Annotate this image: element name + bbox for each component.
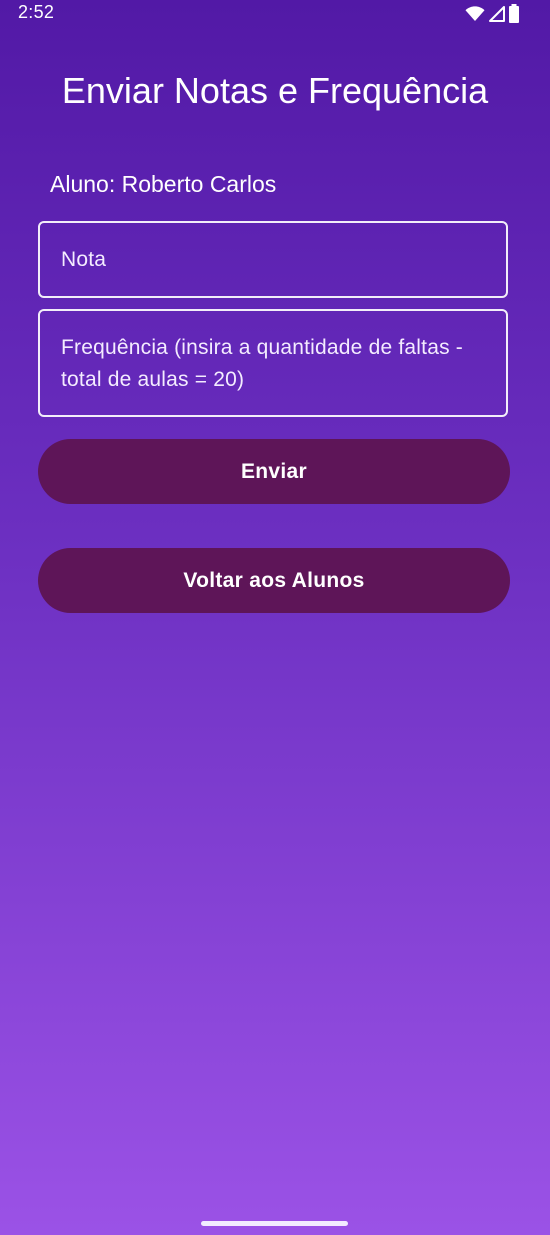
voltar-aos-alunos-button[interactable]: Voltar aos Alunos — [38, 548, 510, 613]
wifi-icon — [465, 5, 485, 22]
page-title: Enviar Notas e Frequência — [61, 70, 489, 111]
nota-placeholder: Nota — [61, 248, 107, 271]
battery-icon — [508, 4, 520, 23]
status-bar: 2:52 — [0, 0, 550, 26]
frequencia-input[interactable]: Frequência (insira a quantidade de falta… — [38, 309, 508, 417]
enviar-button-label: Enviar — [241, 459, 307, 483]
status-icons — [465, 4, 520, 23]
enviar-button[interactable]: Enviar — [38, 439, 510, 504]
student-name-label: Aluno: Roberto Carlos — [50, 171, 277, 197]
status-time: 2:52 — [18, 2, 55, 22]
home-indicator[interactable] — [201, 1221, 348, 1226]
voltar-button-label: Voltar aos Alunos — [183, 568, 365, 592]
nota-input[interactable]: Nota — [38, 221, 508, 298]
signal-icon — [488, 5, 505, 22]
frequencia-placeholder: Frequência (insira a quantidade de falta… — [61, 336, 464, 391]
